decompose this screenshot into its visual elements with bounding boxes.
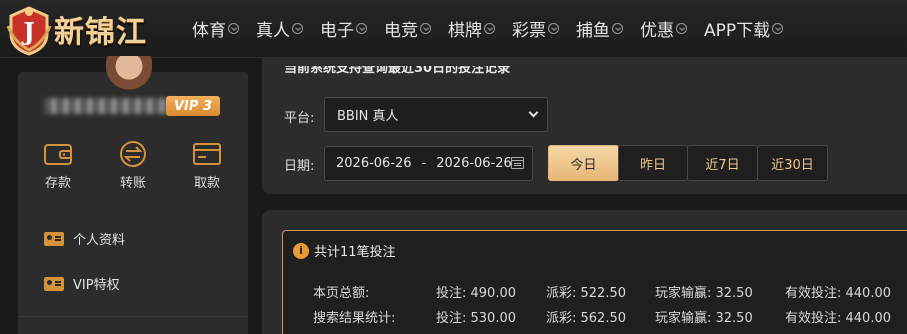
nav-item-esports[interactable]: 电竞 — [384, 16, 431, 41]
brand-logo[interactable]: J 新锦江 — [6, 4, 147, 56]
date-range-picker[interactable]: 2026-06-26 - 2026-06-26 — [324, 146, 533, 181]
nav-label: 电竞 — [384, 20, 418, 41]
nav-label: 电子 — [320, 20, 354, 41]
date-separator: - — [421, 156, 427, 171]
deposit-label: 存款 — [44, 176, 71, 191]
card-icon — [192, 140, 222, 168]
bet-summary-box: i 共计11笔投注 本页总额: 投注: 490.00 派彩: 522.50 玩家… — [282, 230, 907, 334]
payout-amount: 派彩: 562.50 — [546, 311, 626, 326]
platform-select[interactable]: BBIN 真人 — [324, 97, 548, 132]
sidebar-item-vip[interactable]: VIP特权 — [44, 274, 120, 293]
top-navigation-bar: J 新锦江 体育 真人 电子 电竞 棋牌 彩票 捕鱼 优惠 APP下载 — [0, 0, 907, 58]
logo-letter: J — [21, 17, 34, 46]
range-yesterday-button[interactable]: 昨日 — [618, 145, 688, 181]
bet-amount: 投注: 530.00 — [436, 311, 516, 326]
date-label: 日期: — [284, 159, 315, 174]
logo-text: 新锦江 — [54, 15, 147, 50]
winloss-amount: 玩家输赢: 32.50 — [655, 286, 753, 301]
chevron-down-icon — [612, 22, 623, 34]
nav-label: 彩票 — [512, 20, 546, 41]
nav-item-lottery[interactable]: 彩票 — [512, 16, 559, 41]
avatar[interactable] — [106, 56, 152, 90]
chevron-down-icon — [292, 22, 303, 34]
chevron-down-icon — [676, 22, 687, 34]
winloss-amount: 玩家输赢: 32.50 — [655, 311, 753, 326]
calendar-icon — [511, 157, 524, 169]
chevron-down-icon — [420, 22, 431, 34]
id-card-icon — [44, 231, 64, 246]
chevron-down-icon — [484, 22, 495, 34]
chevron-down-icon — [356, 22, 367, 34]
nav-label: 捕鱼 — [576, 20, 610, 41]
main-nav: 体育 真人 电子 电竞 棋牌 彩票 捕鱼 优惠 APP下载 — [192, 0, 784, 56]
bet-amount: 投注: 490.00 — [436, 286, 516, 301]
platform-label: 平台: — [284, 111, 315, 126]
nav-label: 体育 — [192, 20, 226, 41]
platform-value: BBIN 真人 — [337, 109, 399, 124]
bet-summary-panel: i 共计11笔投注 本页总额: 投注: 490.00 派彩: 522.50 玩家… — [262, 210, 907, 334]
nav-item-promotions[interactable]: 优惠 — [640, 16, 687, 41]
vip-badge: VIP 3 — [166, 96, 220, 116]
payout-amount: 派彩: 522.50 — [546, 286, 626, 301]
nav-label: 棋牌 — [448, 20, 482, 41]
nav-label: APP下载 — [704, 20, 771, 41]
withdraw-label: 取款 — [193, 176, 220, 191]
sidebar-item-label: VIP特权 — [73, 278, 120, 293]
transfer-icon — [118, 140, 148, 168]
sidebar-item-profile[interactable]: 个人资料 — [44, 229, 125, 248]
transfer-label: 转账 — [119, 176, 146, 191]
query-range-notice: 当前系统支持查询最近30日的投注记录 — [284, 66, 511, 76]
divider — [18, 316, 248, 317]
sidebar-item-label: 个人资料 — [73, 233, 126, 248]
chevron-down-icon — [528, 107, 539, 118]
chevron-down-icon — [548, 22, 559, 34]
nav-item-slots[interactable]: 电子 — [320, 16, 367, 41]
date-from: 2026-06-26 — [336, 156, 412, 171]
summary-title: i 共计11笔投注 — [293, 241, 396, 260]
row-label: 本页总额: — [313, 286, 370, 301]
id-card-icon — [44, 276, 64, 291]
nav-label: 优惠 — [640, 20, 674, 41]
logo-emblem-icon: J — [6, 6, 52, 56]
summary-title-text: 共计11笔投注 — [314, 245, 396, 260]
deposit-button[interactable]: 存款 — [28, 140, 88, 191]
profile-panel: VIP 3 存款 转账 取款 个人资料 VIP特权 — [18, 56, 248, 334]
nav-item-cards[interactable]: 棋牌 — [448, 16, 495, 41]
nav-item-sports[interactable]: 体育 — [192, 16, 239, 41]
range-30days-button[interactable]: 近30日 — [757, 145, 828, 181]
date-to: 2026-06-26 — [436, 156, 512, 171]
username-blurred — [44, 98, 174, 114]
chevron-down-icon — [772, 22, 784, 34]
valid-bet-amount: 有效投注: 440.00 — [785, 311, 891, 326]
chevron-down-icon — [228, 22, 239, 34]
valid-bet-amount: 有效投注: 440.00 — [785, 286, 891, 301]
withdraw-button[interactable]: 取款 — [177, 140, 237, 191]
row-label: 搜索结果统计: — [313, 311, 396, 326]
nav-item-live-casino[interactable]: 真人 — [256, 16, 303, 41]
nav-item-app-download[interactable]: APP下载 — [704, 16, 784, 41]
range-7days-button[interactable]: 近7日 — [687, 145, 758, 181]
nav-label: 真人 — [256, 20, 290, 41]
bet-record-filter: 当前系统支持查询最近30日的投注记录 平台: BBIN 真人 日期: 2026-… — [262, 58, 907, 194]
nav-item-fishing[interactable]: 捕鱼 — [576, 16, 623, 41]
info-icon: i — [293, 242, 309, 259]
range-today-button[interactable]: 今日 — [548, 145, 619, 181]
wallet-icon — [43, 140, 73, 168]
transfer-button[interactable]: 转账 — [103, 140, 163, 191]
